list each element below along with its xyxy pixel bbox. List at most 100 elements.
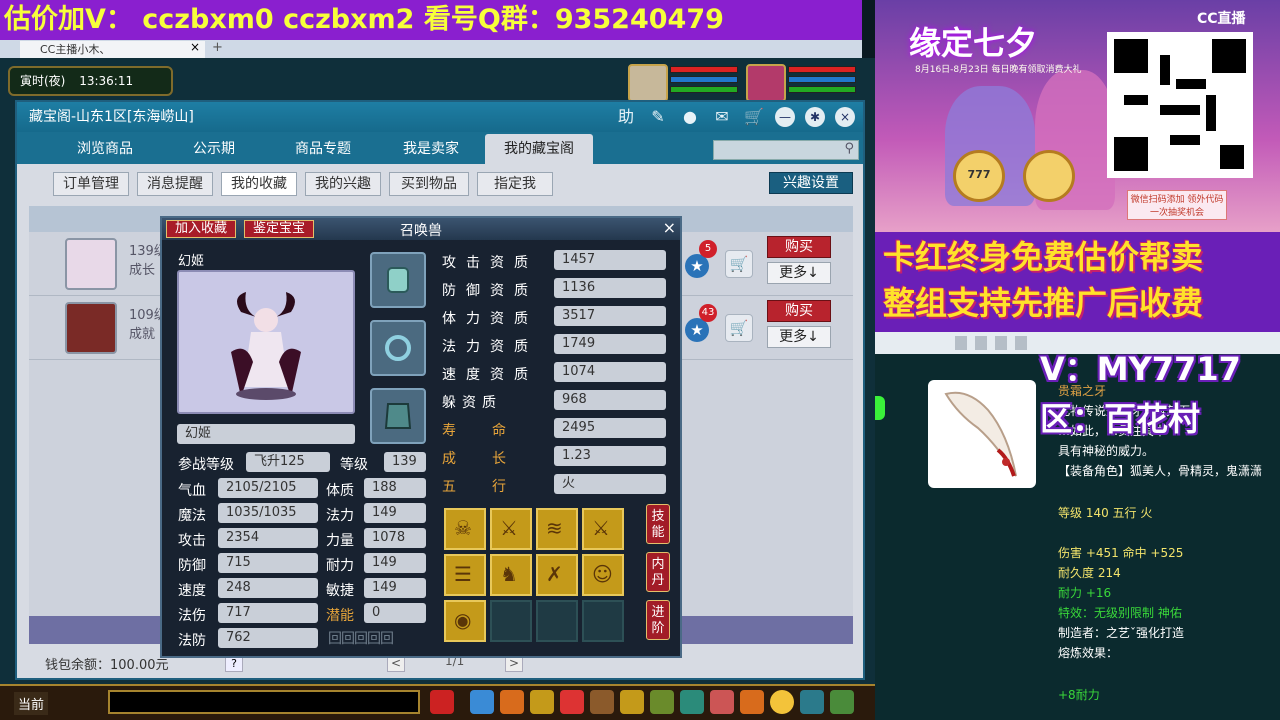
equip-slot-2[interactable] <box>370 320 426 376</box>
pin-icon[interactable]: ✎ <box>647 106 669 128</box>
skills-button[interactable]: 技能 <box>646 504 670 544</box>
grade-label: 等级 <box>340 457 368 473</box>
dagger-icon <box>944 391 1017 477</box>
pet-avatar[interactable] <box>628 64 668 102</box>
skill-slot[interactable]: ⚔ <box>582 508 624 550</box>
skill-slot[interactable]: ✗ <box>536 554 578 596</box>
close-icon[interactable]: × <box>663 218 676 237</box>
more-button[interactable]: 更多↓ <box>767 262 831 284</box>
mail-icon[interactable] <box>650 690 674 714</box>
event-title: 缘定七夕 <box>909 24 1038 62</box>
skill-icon: ☺ <box>592 562 613 586</box>
gift-icon[interactable] <box>560 690 584 714</box>
stat-value: 1078 <box>364 528 426 548</box>
chat-channel[interactable]: 当前 <box>14 692 49 715</box>
pet-icon[interactable] <box>430 690 454 714</box>
new-tab-icon[interactable]: + <box>212 40 223 55</box>
search-icon[interactable]: ⚲ <box>844 141 854 156</box>
grade-value: 139 <box>384 452 426 472</box>
cart-icon[interactable]: 🛒 <box>725 314 753 342</box>
empty-skill-slot <box>582 600 624 642</box>
browser-tabbar: CC主播小木、 × + <box>0 40 862 58</box>
cart-icon[interactable]: 🛒 <box>725 250 753 278</box>
buy-button[interactable]: 购买 <box>767 300 831 322</box>
quest-icon[interactable] <box>740 690 764 714</box>
weapon-icon[interactable] <box>470 690 494 714</box>
cart-icon[interactable]: 🛒 <box>743 106 765 128</box>
lifespan-label: 寿命 <box>442 423 542 439</box>
equip-slot-3[interactable] <box>370 388 426 444</box>
gang-icon[interactable] <box>710 690 734 714</box>
advance-button[interactable]: 进阶 <box>646 600 670 640</box>
stat-value: 149 <box>364 503 426 523</box>
add-favorite-button[interactable]: 加入收藏 <box>166 220 236 238</box>
qr-code <box>1107 32 1253 178</box>
close-icon[interactable]: × <box>835 107 855 127</box>
skill-slot[interactable]: ♞ <box>490 554 532 596</box>
interest-settings-button[interactable]: 兴趣设置 <box>769 172 853 194</box>
promo-line-2: 整组支持先推广后收费 <box>883 284 1204 322</box>
stat-value: 248 <box>218 578 318 598</box>
skill-slot[interactable]: ☠ <box>444 508 486 550</box>
help-icon[interactable]: 助 <box>615 106 637 128</box>
aptitude-value: 1749 <box>554 334 666 354</box>
pet-portrait-hud[interactable] <box>628 64 738 102</box>
search-input[interactable]: ⚲ <box>713 140 859 160</box>
skill-slot[interactable]: ◉ <box>444 600 486 642</box>
skill-slot[interactable]: ≋ <box>536 508 578 550</box>
popup-header: 加入收藏 鉴定宝宝 召唤兽 × <box>162 218 680 240</box>
team-icon[interactable] <box>530 690 554 714</box>
tab-my-pavilion[interactable]: 我的藏宝阁 <box>485 134 593 164</box>
settings-icon[interactable] <box>830 690 854 714</box>
skill-slot[interactable]: ☺ <box>582 554 624 596</box>
skill-slot[interactable]: ⚔ <box>490 508 532 550</box>
close-icon[interactable]: × <box>190 40 200 54</box>
subtab-assigned[interactable]: 指定我 <box>477 172 553 196</box>
subtab-bought[interactable]: 买到物品 <box>389 172 469 196</box>
items-icon[interactable] <box>500 690 524 714</box>
player-portrait-hud[interactable] <box>746 64 856 102</box>
skill-slot[interactable]: ☰ <box>444 554 486 596</box>
battle-level-label: 参战等级 <box>178 457 234 473</box>
browser-tab[interactable]: CC主播小木、 <box>20 41 205 58</box>
event-note: 微信扫码添加 领外代码一次抽奖机会 <box>1127 190 1227 220</box>
tab-announce[interactable]: 公示期 <box>169 134 259 164</box>
tab-topics[interactable]: 商品专题 <box>275 134 371 164</box>
item-endurance: 耐力 +16 <box>1058 586 1112 600</box>
subtab-interests[interactable]: 我的兴趣 <box>305 172 381 196</box>
inner-core-button[interactable]: 内丹 <box>646 552 670 592</box>
promo-line-1: 卡红终身免费估价帮卖 <box>883 238 1204 276</box>
system-icon[interactable] <box>800 690 824 714</box>
equip-slot-1[interactable] <box>370 252 426 308</box>
weapon-image <box>928 380 1036 488</box>
tab-browse[interactable]: 浏览商品 <box>57 134 153 164</box>
player-avatar[interactable] <box>746 64 786 102</box>
help-icon[interactable]: ? <box>225 656 243 672</box>
subtab-favorites[interactable]: 我的收藏 <box>221 172 297 196</box>
bag-icon[interactable] <box>620 690 644 714</box>
more-button[interactable]: 更多↓ <box>767 326 831 348</box>
pet-detail-popup: 加入收藏 鉴定宝宝 召唤兽 × 幻姬 幻姬 参战等级 飞升125 等级 139 … <box>160 216 682 658</box>
tab-seller[interactable]: 我是卖家 <box>383 134 479 164</box>
chat-icon[interactable]: ✉ <box>711 106 733 128</box>
friend-icon[interactable] <box>680 690 704 714</box>
mp-bar <box>788 76 856 83</box>
necklace-icon <box>385 335 411 361</box>
chat-input[interactable] <box>108 690 420 714</box>
pet-figure <box>231 292 301 400</box>
subtab-orders[interactable]: 订单管理 <box>53 172 129 196</box>
cc-live-logo: CC直播 <box>1197 11 1246 27</box>
item-special: 特效：无级别限制 神佑 <box>1058 606 1182 620</box>
wallet-balance: 钱包余额：100.00元 <box>45 658 169 673</box>
event-banner: 缘定七夕 8月16日-8月23日 每日晚有领取消费大礼 CC直播 777 微信扫… <box>875 0 1280 232</box>
map-icon[interactable] <box>590 690 614 714</box>
record-icon[interactable]: ● <box>679 106 701 128</box>
appraise-pet-button[interactable]: 鉴定宝宝 <box>244 220 314 238</box>
event-medal-2 <box>1023 150 1075 202</box>
subtab-messages[interactable]: 消息提醒 <box>137 172 213 196</box>
hp-bar <box>670 66 738 73</box>
minimize-icon[interactable]: — <box>775 107 795 127</box>
buy-button[interactable]: 购买 <box>767 236 831 258</box>
settings-icon[interactable]: ✱ <box>805 107 825 127</box>
emoji-icon[interactable] <box>770 690 794 714</box>
